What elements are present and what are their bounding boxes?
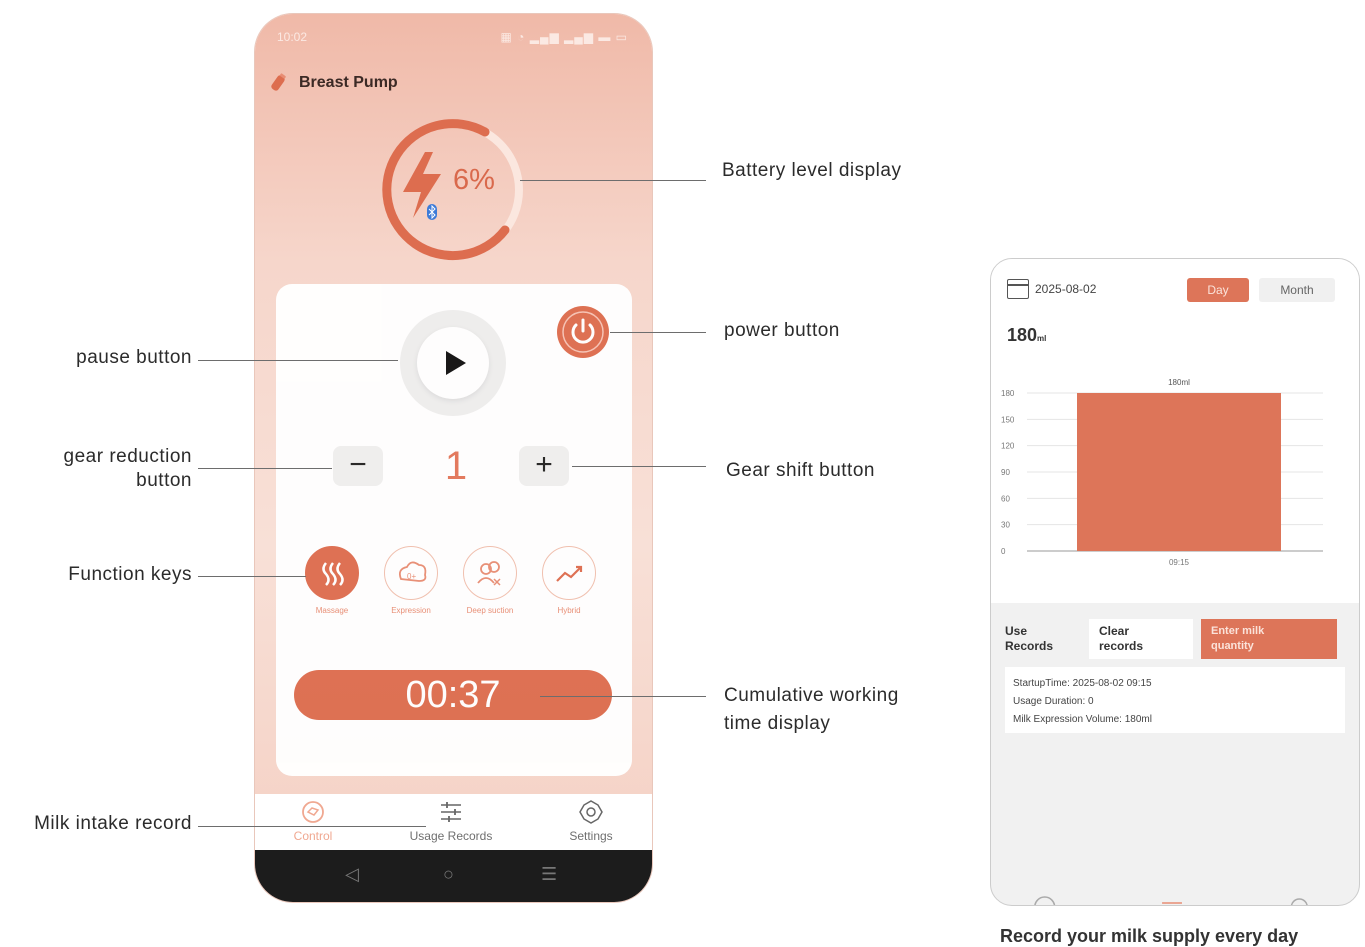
gear-icon <box>579 800 603 824</box>
callout-line <box>540 696 706 697</box>
gear-value: 1 <box>444 444 468 488</box>
function-key-expression[interactable]: 0+ Expression <box>373 546 449 615</box>
milk-bar-chart: 0 30 60 90 120 150 180 180ml 09:15 <box>1001 378 1323 567</box>
control-icon <box>1034 896 1056 905</box>
function-key-deep-suction[interactable]: Deep suction <box>452 546 528 615</box>
total-volume: 180ml <box>1007 325 1047 345</box>
gear-reduction-button[interactable]: − <box>333 446 383 486</box>
record-startup-time: StartupTime: 2025-08-02 09:15 <box>1013 678 1152 689</box>
date-label: 2025-08-02 <box>1035 282 1097 296</box>
callout-battery: Battery level display <box>722 160 902 181</box>
callout-line <box>520 180 706 181</box>
bottle-icon <box>271 73 286 91</box>
callout-working-time: Cumulative working time display <box>724 685 899 734</box>
hybrid-icon <box>556 565 583 582</box>
gear-shift-button[interactable]: + <box>519 446 569 486</box>
callout-line <box>610 332 706 333</box>
control-card: − 1 + Massage 0+ Expression Deep suction… <box>276 284 632 776</box>
y-tick-label: 120 <box>1001 442 1015 451</box>
tab-month[interactable]: Month <box>1259 278 1335 302</box>
phone-control-screen: 10:02 ▦ ◔ ▂▄▆ ▂▄▆ ▬ ▭ Breast Pump 6% − 1… <box>255 14 652 902</box>
callout-line <box>198 360 398 361</box>
x-tick-label: 09:15 <box>1169 558 1190 567</box>
deep-suction-icon <box>477 561 501 586</box>
records-top-panel: 2025-08-02 Day Month 180ml 0 30 60 90 120 150… <box>991 259 1359 603</box>
power-button[interactable] <box>557 306 609 358</box>
nav-label: Usage Records <box>409 829 493 843</box>
function-key-label: Hybrid <box>557 606 581 615</box>
use-records-button[interactable]: Use Records <box>1003 619 1083 659</box>
home-icon[interactable]: ○ <box>443 864 454 885</box>
function-key-massage[interactable]: Massage <box>294 546 370 615</box>
control-icon <box>302 801 324 823</box>
y-tick-label: 180 <box>1001 389 1015 398</box>
gear-icon <box>1290 898 1308 905</box>
callout-power: power button <box>724 320 840 341</box>
callout-pause: pause button <box>76 347 192 368</box>
chart-bar <box>1077 393 1281 551</box>
menu-icon[interactable]: ☰ <box>541 864 557 885</box>
massage-icon <box>322 562 344 586</box>
nav-label: Settings <box>569 829 613 843</box>
record-entry: StartupTime: 2025-08-02 09:15 Usage Dura… <box>1005 667 1345 733</box>
callout-function-keys: Function keys <box>68 564 192 585</box>
y-tick-label: 0 <box>1001 547 1006 556</box>
callout-line <box>572 466 706 467</box>
phone-records-screen: 2025-08-02 Day Month 180ml 0 30 60 90 120 150… <box>990 258 1360 906</box>
expression-icon: 0+ <box>398 561 427 582</box>
callout-line <box>198 576 306 577</box>
system-nav-bar: ◁ ○ ☰ <box>255 850 652 902</box>
records-actions: Use Records Clear records Enter milk qua… <box>1003 619 1339 661</box>
nav-label: Control <box>293 829 333 843</box>
svg-text:0+: 0+ <box>407 572 416 581</box>
working-time-display: 00:37 <box>294 670 612 720</box>
callout-line <box>198 468 332 469</box>
nav-settings[interactable]: Settings <box>531 800 651 843</box>
bar-data-label: 180ml <box>1168 378 1190 387</box>
status-icons: ▦ ◔ ▂▄▆ ▂▄▆ ▬ ▭ <box>500 30 628 44</box>
bluetooth-icon <box>427 204 437 220</box>
y-tick-label: 150 <box>1001 415 1015 424</box>
function-key-label: Expression <box>391 606 431 615</box>
status-time: 10:02 <box>277 30 308 44</box>
function-key-label: Deep suction <box>466 606 514 615</box>
callout-line <box>198 826 426 827</box>
tab-day[interactable]: Day <box>1187 278 1249 302</box>
function-key-hybrid[interactable]: Hybrid <box>531 546 607 615</box>
y-tick-label: 90 <box>1001 468 1010 477</box>
back-icon[interactable]: ◁ <box>345 864 359 885</box>
date-picker[interactable]: 2025-08-02 <box>1007 279 1096 299</box>
y-tick-label: 30 <box>1001 521 1010 530</box>
callout-gear-shift: Gear shift button <box>726 460 875 481</box>
callout-gear-reduction: gear reduction button <box>63 446 192 491</box>
bottom-nav: Control Usage Records Settings <box>255 794 652 850</box>
battery-percent: 6% <box>453 164 495 196</box>
calendar-icon <box>1007 279 1029 299</box>
callout-milk-record: Milk intake record <box>34 813 192 834</box>
function-key-label: Massage <box>315 606 349 615</box>
records-bottom-nav <box>1034 896 1308 905</box>
power-icon <box>562 311 604 353</box>
record-usage-duration: Usage Duration: 0 <box>1013 696 1094 707</box>
y-tick-label: 60 <box>1001 494 1010 503</box>
records-caption: Record your milk supply every day <box>1000 926 1299 946</box>
nav-usage-records[interactable]: Usage Records <box>391 800 511 843</box>
nav-control[interactable]: Control <box>255 800 373 843</box>
app-header: Breast Pump <box>267 68 398 98</box>
enter-milk-quantity-button[interactable]: Enter milk quantity <box>1201 619 1337 659</box>
sliders-icon <box>441 802 461 822</box>
play-icon <box>446 351 466 375</box>
app-title: Breast Pump <box>299 74 398 91</box>
record-milk-volume: Milk Expression Volume: 180ml <box>1013 714 1152 725</box>
pause-button[interactable] <box>400 310 506 416</box>
status-bar: 10:02 ▦ ◔ ▂▄▆ ▂▄▆ ▬ ▭ <box>255 14 652 60</box>
clear-records-button[interactable]: Clear records <box>1089 619 1193 659</box>
function-keys: Massage 0+ Expression Deep suction Hybri… <box>294 546 614 626</box>
